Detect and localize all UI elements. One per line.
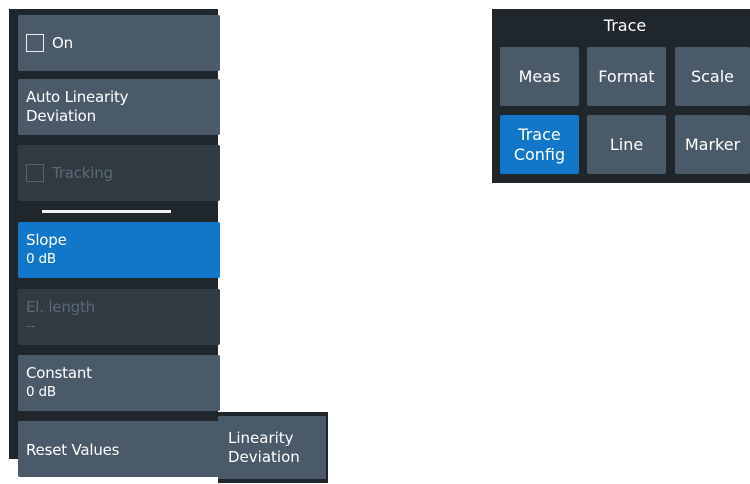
constant-value: 0 dB [26,384,56,400]
slope-value: 0 dB [26,251,56,267]
softkey-panel: On Auto Linearity Deviation Tracking Slo… [9,9,220,477]
slope-button[interactable]: Slope 0 dB [18,222,220,278]
format-button[interactable]: Format [587,47,666,106]
reset-values-label: Reset Values [26,441,120,459]
tracking-checkbox-button[interactable]: Tracking [18,145,220,201]
trace-menu-panel: Trace Meas Format Scale Trace Config Lin… [492,9,750,183]
slope-label: Slope [26,231,67,249]
separator [42,210,171,213]
marker-button[interactable]: Marker [675,115,750,174]
auto-linearity-deviation-button[interactable]: Auto Linearity Deviation [18,79,220,135]
marker-label: Marker [684,134,741,154]
on-label: On [52,33,73,52]
meas-label: Meas [518,66,561,86]
checkbox-icon [26,164,44,182]
trace-config-line1: Trace [518,124,561,144]
constant-label: Constant [26,364,92,382]
trace-config-line2: Config [513,144,566,164]
el-length-value: -- [26,318,36,334]
line-button[interactable]: Line [587,115,666,174]
reset-values-button[interactable]: Reset Values [18,421,220,477]
constant-button[interactable]: Constant 0 dB [18,355,220,411]
meas-button[interactable]: Meas [500,47,579,106]
scale-label: Scale [690,66,735,86]
el-length-button[interactable]: El. length -- [18,289,220,345]
checkbox-icon [26,34,44,52]
side-tab-line1: Linearity [228,429,294,447]
linearity-deviation-tab[interactable]: Linearity Deviation [218,412,328,483]
side-tab-line2: Deviation [228,448,300,466]
trace-panel-title: Trace [603,16,647,35]
linearity-deviation-tab-face: Linearity Deviation [218,416,326,479]
auto-linearity-label-line2: Deviation [26,107,96,125]
scale-button[interactable]: Scale [675,47,750,106]
tracking-label: Tracking [52,163,113,182]
auto-linearity-label-line1: Auto Linearity [26,88,129,106]
line-label: Line [609,134,644,154]
el-length-label: El. length [26,298,95,316]
trace-config-label: Trace Config [514,125,565,165]
trace-config-button[interactable]: Trace Config [500,115,579,174]
on-checkbox-button[interactable]: On [18,15,220,71]
format-label: Format [598,66,655,86]
